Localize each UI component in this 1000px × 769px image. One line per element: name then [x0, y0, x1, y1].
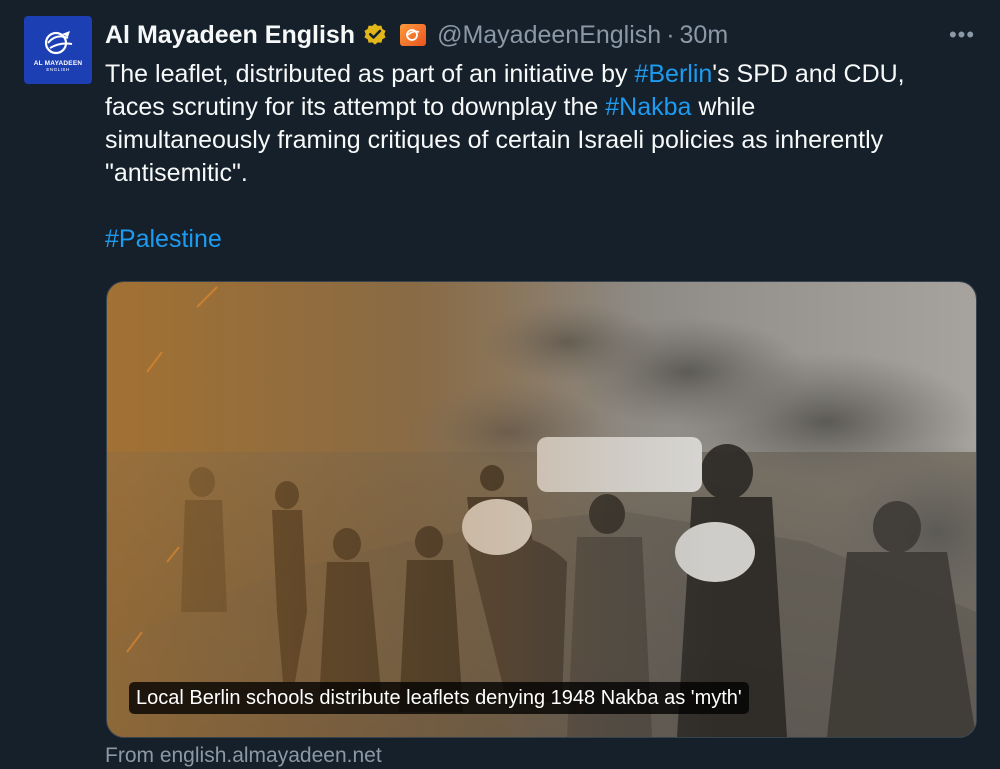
tweet-text-line-4: "antisemitic".: [105, 159, 248, 187]
more-options-icon[interactable]: •••: [946, 22, 978, 48]
al-mayadeen-logo-icon: [44, 31, 73, 55]
article-photo: [107, 282, 976, 737]
display-name[interactable]: Al Mayadeen English: [105, 21, 355, 50]
hashtag-nakba-link[interactable]: #Nakba: [605, 93, 691, 121]
avatar-brand-text: AL MAYADEEN: [33, 60, 83, 67]
hashtag-berlin-link[interactable]: #Berlin: [634, 60, 712, 88]
separator-dot: ·: [666, 20, 675, 49]
avatar[interactable]: AL MAYADEEN ENGLISH: [24, 16, 92, 84]
handle[interactable]: @MayadeenEnglish: [437, 21, 661, 50]
tweet-text-segment: 's SPD and CDU,: [712, 60, 905, 88]
affiliate-logo-icon[interactable]: [400, 24, 427, 46]
link-source-domain[interactable]: From english.almayadeen.net: [105, 744, 382, 768]
link-preview-card[interactable]: Local Berlin schools distribute leaflets…: [106, 281, 977, 738]
tweet-text-line-2: faces scrutiny for its attempt to downpl…: [105, 91, 975, 124]
card-title-caption: Local Berlin schools distribute leaflets…: [129, 682, 749, 714]
tweet-text-segment: while: [691, 93, 756, 121]
tweet-text-line-3: simultaneously framing critiques of cert…: [105, 126, 884, 154]
tweet-text-line-hashtags: #Palestine: [105, 223, 975, 256]
verified-badge-icon[interactable]: [362, 22, 388, 48]
tweet-text-line-1: The leaflet, distributed as part of an i…: [105, 58, 975, 91]
tweet-text-segment: faces scrutiny for its attempt to downpl…: [105, 93, 606, 121]
timestamp[interactable]: 30m: [680, 21, 729, 50]
tweet[interactable]: AL MAYADEEN ENGLISH Al Mayadeen English …: [0, 0, 1000, 769]
tweet-header: Al Mayadeen English @MayadeenEnglish · 3…: [105, 18, 728, 52]
tweet-text-segment: The leaflet, distributed as part of an i…: [105, 60, 635, 88]
avatar-brand-subtext: ENGLISH: [46, 67, 70, 72]
hashtag-palestine-link[interactable]: #Palestine: [105, 225, 222, 253]
tweet-text: The leaflet, distributed as part of an i…: [105, 58, 975, 256]
